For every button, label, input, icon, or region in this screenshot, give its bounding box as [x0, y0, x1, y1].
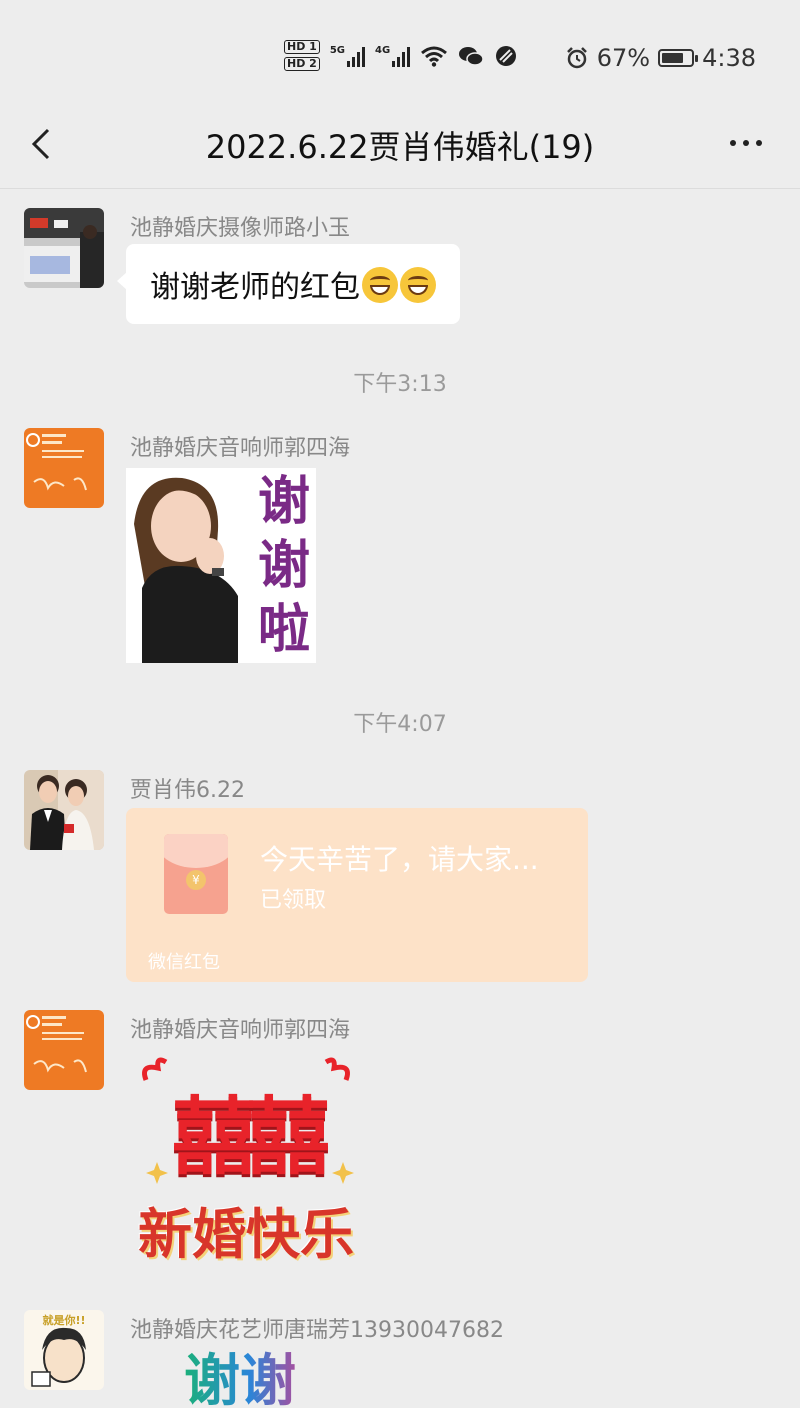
- battery-percent: 67%: [596, 44, 651, 72]
- battery-icon: [658, 49, 699, 67]
- status-right: 67% 4:38: [565, 44, 756, 72]
- chat-header: 2022.6.22贾肖伟婚礼(19): [0, 110, 800, 189]
- clock: 4:38: [702, 44, 756, 72]
- hd-badge-1: HD 1: [284, 40, 320, 54]
- time-divider: 下午4:07: [353, 712, 447, 737]
- alarm-icon: [566, 47, 587, 69]
- hd-badges: HD 1 HD 2: [284, 40, 320, 71]
- red-packet-icon: ¥: [164, 834, 228, 914]
- sticker-char: 谢: [257, 471, 310, 532]
- red-packet-card[interactable]: ¥ 今天辛苦了，请大家... 已领取 微信红包: [126, 808, 588, 982]
- sticker-thanks-text: 谢谢: [184, 1350, 314, 1408]
- time-divider: 下午3:13: [353, 372, 447, 397]
- red-packet-footer: 微信红包: [148, 952, 220, 973]
- sticker-image[interactable]: 谢谢: [184, 1350, 314, 1408]
- avatar[interactable]: [24, 208, 104, 288]
- double-happiness-text: 囍囍: [171, 1088, 330, 1186]
- wifi-icon: [421, 46, 448, 67]
- message-bubble[interactable]: 谢谢老师的红包: [117, 244, 460, 324]
- sender-name: 池静婚庆摄像师路小玉: [130, 216, 351, 241]
- hd-badge-2: HD 2: [284, 57, 320, 71]
- wedding-greeting-text: 新婚快乐: [138, 1203, 354, 1266]
- sticker-char: 谢: [257, 535, 310, 596]
- status-bar: HD 1 HD 2 5G 4G 67% 4:38: [0, 0, 800, 110]
- grin-emoji-icon: [400, 267, 436, 303]
- avatar[interactable]: [24, 428, 104, 508]
- avatar[interactable]: [24, 770, 104, 850]
- sticker-image[interactable]: 谢 谢 啦: [126, 468, 316, 663]
- chat-title: 2022.6.22贾肖伟婚礼(19): [205, 128, 595, 166]
- signal-4g-icon: 4G: [375, 45, 411, 67]
- red-packet-title: 今天辛苦了，请大家...: [260, 843, 539, 876]
- sender-name: 池静婚庆花艺师唐瑞芳13930047682: [130, 1318, 504, 1343]
- sender-name: 池静婚庆音响师郭四海: [130, 1018, 351, 1043]
- network-indicators: HD 1 HD 2 5G 4G: [284, 40, 518, 71]
- wechat-icon: [459, 46, 484, 66]
- avatar-caption: 就是你!!: [42, 1314, 86, 1327]
- grin-emoji-icon: [362, 267, 398, 303]
- avatar[interactable]: 就是你!!: [24, 1310, 104, 1390]
- red-packet-status: 已领取: [260, 888, 327, 913]
- sticker-image[interactable]: 囍囍 新婚快乐: [126, 1052, 366, 1266]
- sticker-char: 啦: [257, 599, 310, 660]
- signal-5g-icon: 5G: [330, 45, 365, 67]
- avatar[interactable]: [24, 1010, 104, 1090]
- sender-name: 池静婚庆音响师郭四海: [130, 436, 351, 461]
- more-options-icon[interactable]: [730, 140, 762, 146]
- sender-name: 贾肖伟6.22: [130, 778, 245, 803]
- message-text: 谢谢老师的红包: [150, 270, 360, 305]
- app-notification-icon: [496, 45, 517, 66]
